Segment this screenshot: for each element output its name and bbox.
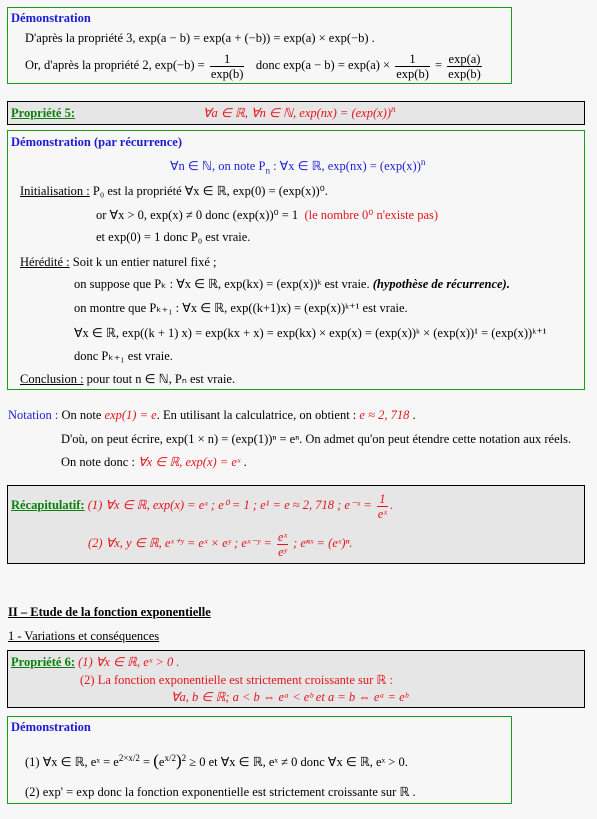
section-title: II – Etude de la fonction exponentielle bbox=[8, 605, 211, 619]
demonstration-title-3: Démonstration bbox=[11, 720, 91, 734]
demonstration-box-3: Démonstration (1) ∀x ∈ ℝ, eˣ = e2×x/2 = … bbox=[7, 716, 512, 804]
initialisation-line-1: Initialisation : P₀ est la propriété ∀x … bbox=[20, 184, 328, 198]
property-6-label: Propriété 6: bbox=[11, 655, 75, 669]
demonstration-title: Démonstration bbox=[11, 11, 91, 25]
recap-line-2: (2) ∀x, y ∈ ℝ, eˣ⁺ʸ = eˣ × eʸ ; eˣ⁻ʸ = e… bbox=[88, 529, 353, 559]
demonstration-line-1: D'après la propriété 3, exp(a − b) = exp… bbox=[25, 31, 375, 45]
recap-fraction-2: eˣ eʸ bbox=[276, 529, 288, 559]
property-5-label: Propriété 5: bbox=[11, 106, 75, 120]
conclusion-label: Conclusion : bbox=[20, 372, 84, 386]
notation-line-3: On note donc : ∀x ∈ ℝ, exp(x) = eˣ . bbox=[61, 455, 247, 469]
recurrence-hypothesis: (hypothèse de récurrence). bbox=[372, 277, 510, 291]
demonstration-3-line-1: (1) ∀x ∈ ℝ, eˣ = e2×x/2 = (ex/2)2 ≥ 0 et… bbox=[25, 751, 408, 770]
heredite-line-4: ∀x ∈ ℝ, exp((k + 1) x) = exp(kx + x) = e… bbox=[74, 326, 547, 340]
initialisation-line-2: or ∀x > 0, exp(x) ≠ 0 donc (exp(x))⁰ = 1… bbox=[96, 208, 439, 222]
property-6-box: Propriété 6: (1) ∀x ∈ ℝ, eˣ > 0 . (2) La… bbox=[7, 650, 585, 708]
demonstration-3-line-2: (2) exp' = exp donc la fonction exponent… bbox=[25, 785, 416, 799]
property-5-box: Propriété 5: ∀a ∈ ℝ, ∀n ∈ ℕ, exp(nx) = (… bbox=[7, 101, 585, 125]
recap-fraction-1: 1 eˣ bbox=[376, 491, 388, 521]
notation-label: Notation : bbox=[8, 408, 59, 422]
zero-power-zero-note: (le nombre 0⁰ n'existe pas) bbox=[304, 208, 439, 222]
fraction-1: 1 exp(b) bbox=[209, 51, 245, 81]
heredite-line-2: on suppose que Pₖ : ∀x ∈ ℝ, exp(kx) = (e… bbox=[74, 277, 510, 291]
heredite-label: Hérédité : bbox=[20, 255, 70, 269]
heredite-line-5: donc Pₖ₊₁ est vraie. bbox=[74, 349, 173, 363]
property-6-line-3: ∀a, b ∈ ℝ; a < b ⇔ eᵃ < eᵇ et a = b ⇔ eᵃ… bbox=[171, 690, 409, 704]
recap-box: Récapitulatif: (1) ∀x ∈ ℝ, exp(x) = eˣ ;… bbox=[7, 485, 585, 564]
conclusion-line: Conclusion : pour tout n ∈ ℕ, Pₙ est vra… bbox=[20, 372, 236, 386]
property-6-line-2: (2) La fonction exponentielle est strict… bbox=[80, 673, 393, 687]
property-5-statement: ∀a ∈ ℝ, ∀n ∈ ℕ, exp(nx) = (exp(x))n bbox=[203, 103, 396, 120]
initialisation-label: Initialisation : bbox=[20, 184, 90, 198]
demonstration-recurrence-title: Démonstration (par récurrence) bbox=[11, 135, 183, 149]
fraction-2: 1 exp(b) bbox=[395, 51, 430, 81]
demonstration-box-2: Démonstration (par récurrence) ∀n ∈ ℕ, o… bbox=[7, 130, 585, 390]
notation-line-1: Notation : On note exp(1) = e. En utilis… bbox=[8, 408, 416, 422]
property-6-line-1: Propriété 6: (1) ∀x ∈ ℝ, eˣ > 0 . bbox=[11, 655, 180, 669]
recurrence-statement: ∀n ∈ ℕ, on note Pn : ∀x ∈ ℝ, exp(nx) = (… bbox=[170, 156, 426, 176]
recap-line-1: Récapitulatif: (1) ∀x ∈ ℝ, exp(x) = eˣ ;… bbox=[11, 491, 393, 521]
line-2-prefix: Or, d'après la propriété 2, exp(−b) = bbox=[25, 58, 205, 72]
demonstration-line-2: Or, d'après la propriété 2, exp(−b) = 1e… bbox=[25, 51, 482, 81]
demonstration-box-1: Démonstration D'après la propriété 3, ex… bbox=[7, 7, 512, 84]
heredite-line-1: Hérédité : Soit k un entier naturel fixé… bbox=[20, 255, 217, 269]
recap-label: Récapitulatif: bbox=[11, 498, 85, 512]
fraction-3: exp(a) exp(b) bbox=[447, 51, 482, 81]
initialisation-line-3: et exp(0) = 1 donc P₀ est vraie. bbox=[96, 230, 251, 244]
notation-line-2: D'où, on peut écrire, exp(1 × n) = (exp(… bbox=[61, 432, 572, 446]
line-2-middle: donc exp(a − b) = exp(a) × bbox=[255, 58, 391, 72]
heredite-line-3: on montre que Pₖ₊₁ : ∀x ∈ ℝ, exp((k+1)x)… bbox=[74, 301, 408, 315]
section-subtitle: 1 - Variations et conséquences bbox=[8, 629, 160, 643]
